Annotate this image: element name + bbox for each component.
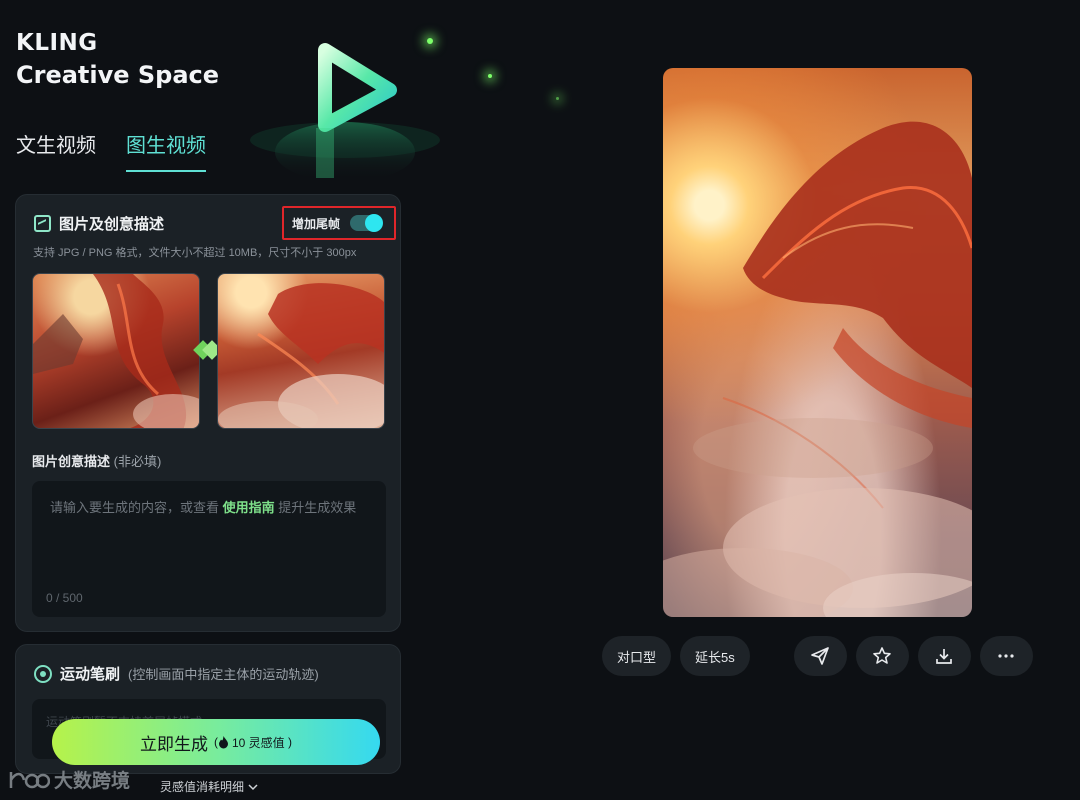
brand-line2: Creative Space xyxy=(16,61,220,89)
tab-text-to-video[interactable]: 文生视频 xyxy=(16,132,96,172)
tail-frame-toggle-row: 增加尾帧 xyxy=(282,206,396,240)
char-counter: 0 / 500 xyxy=(46,591,83,605)
description-input[interactable]: 请输入要生成的内容，或查看 使用指南 提升生成效果 0 / 500 xyxy=(32,481,386,617)
download-icon xyxy=(936,649,953,664)
usage-guide-link[interactable]: 使用指南 xyxy=(223,500,275,515)
motion-brush-header: 运动笔刷 (控制画面中指定主体的运动轨迹) xyxy=(34,663,319,684)
watermark-logo-icon xyxy=(9,771,50,788)
watermark: 大数跨境 xyxy=(8,766,130,793)
share-button[interactable] xyxy=(793,636,847,676)
flame-icon xyxy=(218,735,228,748)
switch-knob xyxy=(365,214,384,232)
upload-hint: 支持 JPG / PNG 格式，文件大小不超过 10MB，尺寸不小于 300px xyxy=(33,247,357,259)
description-placeholder: 请输入要生成的内容，或查看 使用指南 提升生成效果 xyxy=(50,497,356,516)
description-optional: (非必填) xyxy=(113,454,162,469)
brush-icon xyxy=(34,664,52,683)
star-icon xyxy=(873,647,892,664)
last-frame-image[interactable] xyxy=(217,273,385,429)
tail-frame-switch[interactable] xyxy=(350,214,384,232)
generate-label: 立即生成 xyxy=(139,734,208,754)
generate-cost-value: 10 灵感值 xyxy=(231,735,285,750)
action-spacer xyxy=(759,636,785,676)
placeholder-after: 提升生成效果 xyxy=(274,500,357,515)
more-button[interactable] xyxy=(979,636,1033,676)
dragon-illustration xyxy=(663,121,972,617)
generate-button[interactable]: 立即生成 ( 10 灵感值 ) xyxy=(52,719,380,765)
dragon-head-art xyxy=(218,283,384,428)
glow-dot xyxy=(556,97,559,100)
video-preview[interactable] xyxy=(663,68,972,617)
glow-dot xyxy=(488,74,492,78)
tail-frame-label: 增加尾帧 xyxy=(292,216,341,231)
panel-header: 图片及创意描述 xyxy=(34,213,164,234)
image-description-panel: 图片及创意描述 增加尾帧 支持 JPG / PNG 格式，文件大小不超过 10M… xyxy=(15,194,401,632)
panel-title: 图片及创意描述 xyxy=(59,216,165,233)
kling-logo-icon xyxy=(250,43,440,182)
send-icon xyxy=(811,647,830,665)
points-detail-text: 灵感值消耗明细 xyxy=(160,780,245,794)
glow-dot xyxy=(427,38,433,44)
mode-tabs: 文生视频 图生视频 xyxy=(16,132,206,172)
more-icon xyxy=(998,654,1014,658)
watermark-text: 大数跨境 xyxy=(54,771,131,792)
points-detail-link[interactable]: 灵感值消耗明细 xyxy=(160,778,258,795)
lip-sync-button[interactable]: 对口型 xyxy=(602,636,672,676)
motion-brush-title: 运动笔刷 xyxy=(60,666,121,683)
brand-line1: KLING xyxy=(16,30,98,56)
chevron-down-icon xyxy=(248,783,258,790)
motion-brush-subtitle: (控制画面中指定主体的运动轨迹) xyxy=(128,667,319,682)
download-button[interactable] xyxy=(917,636,971,676)
description-label-text: 图片创意描述 xyxy=(32,454,111,469)
favorite-button[interactable] xyxy=(855,636,909,676)
first-frame-image[interactable] xyxy=(32,273,200,429)
description-label: 图片创意描述 (非必填) xyxy=(32,451,161,470)
preview-actions: 对口型 延长5s xyxy=(602,636,1033,676)
generate-cost: ( 10 灵感值 ) xyxy=(213,735,293,750)
dragon-tail-art xyxy=(33,274,199,428)
extend-button[interactable]: 延长5s xyxy=(680,636,750,676)
tab-image-to-video[interactable]: 图生视频 xyxy=(126,132,206,172)
placeholder-before: 请输入要生成的内容，或查看 xyxy=(50,500,223,515)
image-icon xyxy=(34,215,51,232)
brand: KLING Creative Space xyxy=(16,28,219,92)
